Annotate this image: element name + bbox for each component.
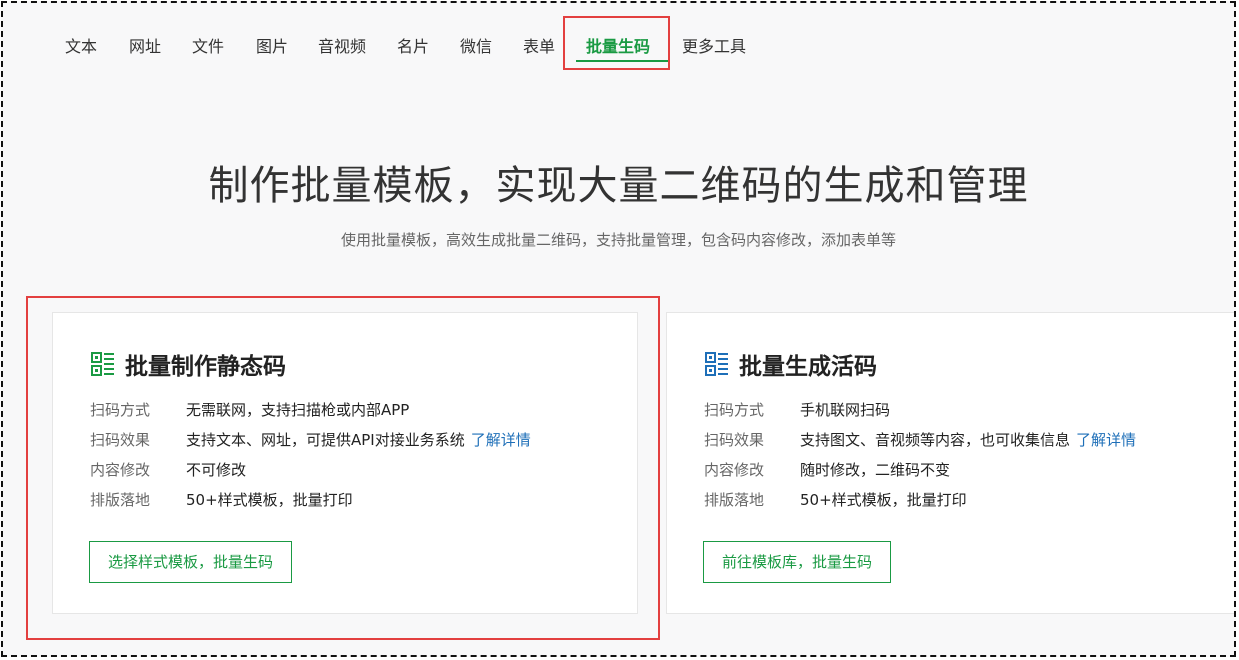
nav-item-business-card[interactable]: 名片 [397,33,429,57]
choose-template-button[interactable]: 选择样式模板，批量生码 [89,541,293,583]
go-template-library-button[interactable]: 前往模板库，批量生码 [703,541,892,583]
nav-item-more-tools[interactable]: 更多工具 [682,33,746,57]
row-key: 扫码方式 [704,401,765,419]
row-key: 扫码效果 [90,431,151,449]
page-subtitle: 使用批量模板，高效生成批量二维码，支持批量管理，包含码内容修改，添加表单等 [340,231,896,249]
card-row-scan-method: 扫码方式 无需联网，支持扫描枪或内部APP [90,399,409,420]
card-row-content-edit: 内容修改 随时修改，二维码不变 [704,459,950,480]
page-title: 制作批量模板，实现大量二维码的生成和管理 [208,163,1029,209]
row-key: 内容修改 [704,461,765,479]
card-row-scan-effect: 扫码效果 支持文本、网址，可提供API对接业务系统 了解详情 [90,429,531,450]
row-value: 支持文本、网址，可提供API对接业务系统 [186,431,465,449]
qr-live-icon [705,352,728,376]
nav-item-audio-video[interactable]: 音视频 [318,33,366,57]
nav-item-url[interactable]: 网址 [129,33,161,57]
learn-more-link[interactable]: 了解详情 [471,431,531,449]
row-value: 手机联网扫码 [800,401,891,419]
nav-item-wechat[interactable]: 微信 [460,33,492,57]
row-key: 扫码效果 [704,431,765,449]
static-code-card: 批量制作静态码 扫码方式 无需联网，支持扫描枪或内部APP 扫码效果 支持文本、网址… [52,312,638,614]
nav-item-file[interactable]: 文件 [192,33,224,57]
row-key: 排版落地 [704,491,765,509]
row-key: 内容修改 [90,461,151,479]
row-value: 50+样式模板，批量打印 [186,491,353,509]
row-value: 无需联网，支持扫描枪或内部APP [186,401,410,419]
nav-item-text[interactable]: 文本 [65,33,97,57]
active-tab-highlight-box [563,16,670,70]
row-value: 不可修改 [186,461,247,479]
qr-static-icon [91,352,114,376]
row-value: 随时修改，二维码不变 [800,461,951,479]
card-row-scan-method: 扫码方式 手机联网扫码 [704,399,890,420]
learn-more-link[interactable]: 了解详情 [1076,431,1136,449]
row-value: 支持图文、音视频等内容，也可收集信息 [800,431,1071,449]
card-row-layout: 排版落地 50+样式模板，批量打印 [90,489,353,510]
row-key: 排版落地 [90,491,151,509]
card-title: 批量生成活码 [739,354,877,380]
card-row-scan-effect: 扫码效果 支持图文、音视频等内容，也可收集信息 了解详情 [704,429,1136,450]
page-frame: 文本 网址 文件 图片 音视频 名片 微信 表单 批量生码 更多工具 制作批量模… [1,1,1236,657]
card-header: 批量制作静态码 [91,347,286,381]
card-row-content-edit: 内容修改 不可修改 [90,459,246,480]
live-code-card: 批量生成活码 扫码方式 手机联网扫码 扫码效果 支持图文、音视频等内容，也可收集信息… [666,312,1234,614]
row-value: 50+样式模板，批量打印 [800,491,967,509]
top-nav: 文本 网址 文件 图片 音视频 名片 微信 表单 批量生码 更多工具 [3,3,1234,83]
row-key: 扫码方式 [90,401,151,419]
nav-item-form[interactable]: 表单 [523,33,555,57]
card-title: 批量制作静态码 [125,354,286,380]
nav-item-image[interactable]: 图片 [256,33,288,57]
card-row-layout: 排版落地 50+样式模板，批量打印 [704,489,967,510]
card-header: 批量生成活码 [705,347,877,381]
